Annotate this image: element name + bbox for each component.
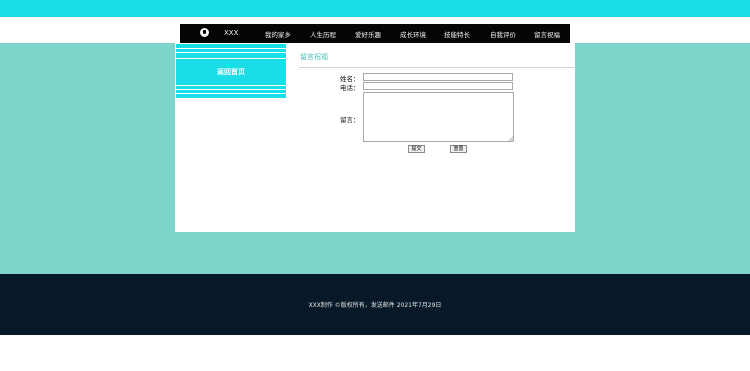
- nav-item-self-evaluation[interactable]: 自我评价: [490, 29, 516, 39]
- sidebar-divider: [176, 85, 286, 86]
- nav-item-life-history[interactable]: 人生历程: [310, 29, 336, 39]
- brand-name: XXX: [224, 29, 239, 37]
- name-input[interactable]: [363, 73, 513, 81]
- nav-item-skills[interactable]: 技能特长: [444, 29, 470, 39]
- shield-icon: [200, 28, 209, 37]
- sidebar-divider: [176, 89, 286, 90]
- sidebar-divider: [176, 93, 286, 94]
- nav-item-hobbies[interactable]: 爱好乐趣: [355, 29, 381, 39]
- sidebar-divider: [176, 58, 286, 59]
- sidebar-divider: [176, 52, 286, 53]
- section-title: 留言祝福: [300, 53, 328, 61]
- nav-item-guestbook[interactable]: 留言祝福: [534, 29, 560, 39]
- reset-button[interactable]: 重置: [450, 145, 467, 153]
- message-label: 留言：: [340, 116, 360, 124]
- sidebar-home-link[interactable]: 返回首页: [176, 67, 286, 77]
- phone-input[interactable]: [363, 82, 513, 90]
- textarea-resize-handle[interactable]: [508, 136, 513, 141]
- phone-label: 电话：: [340, 84, 360, 92]
- submit-button[interactable]: 提交: [408, 145, 425, 153]
- message-textarea[interactable]: [363, 92, 514, 142]
- nav-item-hometown[interactable]: 我的家乡: [265, 29, 291, 39]
- sidebar-divider: [176, 48, 286, 49]
- top-accent-strip: [0, 0, 750, 17]
- footer-copyright: XXX制作 ©版权所有，发送邮件 2021年7月29日: [308, 302, 442, 309]
- section-divider: [299, 67, 574, 68]
- nav-item-growth-environment[interactable]: 成长环境: [400, 29, 426, 39]
